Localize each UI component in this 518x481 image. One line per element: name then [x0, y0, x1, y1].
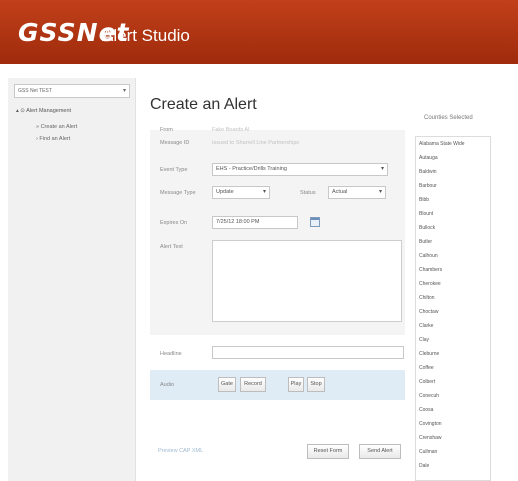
county-item[interactable]: Clarke — [419, 323, 433, 329]
county-item[interactable]: Colbert — [419, 379, 435, 385]
county-item[interactable]: Chilton — [419, 295, 435, 301]
status-label: Status — [300, 190, 316, 196]
county-item[interactable]: Cleburne — [419, 351, 439, 357]
chevron-down-icon: ▾ — [378, 189, 382, 195]
send-alert-button[interactable]: Send Alert — [359, 444, 401, 459]
county-item[interactable]: Crenshaw — [419, 435, 442, 441]
organization-select[interactable]: GSS Net TEST ▾ — [14, 84, 130, 98]
county-item[interactable]: Coffee — [419, 365, 434, 371]
alert-text-label: Alert Text — [160, 244, 183, 250]
county-item[interactable]: Bibb — [419, 197, 429, 203]
county-item[interactable]: Cullman — [419, 449, 437, 455]
county-item[interactable]: Bullock — [419, 225, 435, 231]
status-select[interactable]: Actual ▾ — [328, 186, 386, 199]
audio-label: Audio — [160, 382, 175, 388]
county-item[interactable]: Conecuh — [419, 393, 439, 399]
event-type-select[interactable]: EHS - Practice/Drills Training ▾ — [212, 163, 388, 176]
county-item[interactable]: Choctaw — [419, 309, 438, 315]
app-title: Alert Studio — [102, 26, 190, 45]
county-item[interactable]: Baldwin — [419, 169, 437, 175]
sidebar-item-find-alert[interactable]: › Find an Alert — [36, 136, 70, 142]
message-id-label: Message ID — [160, 140, 190, 146]
organization-select-value: GSS Net TEST — [18, 88, 52, 94]
audio-row: Audio Gate Record Play Stop — [150, 370, 405, 400]
event-type-label: Event Type — [160, 167, 188, 173]
county-item[interactable]: Barbour — [419, 183, 437, 189]
counties-selected-list[interactable]: Alabama State Wide Autauga Baldwin Barbo… — [415, 136, 491, 481]
sidebar: GSS Net TEST ▾ ▴ ⊙ Alert Management » Cr… — [8, 78, 136, 481]
county-item[interactable]: Covington — [419, 421, 442, 427]
county-item[interactable]: Dale — [419, 463, 429, 469]
chevron-down-icon: ▾ — [122, 88, 126, 94]
audio-record-button[interactable]: Record — [240, 377, 266, 392]
alert-text-input[interactable] — [212, 240, 402, 322]
from-value: Fake Boards Al — [212, 127, 250, 133]
audio-gate-button[interactable]: Gate — [218, 377, 236, 392]
audio-stop-button[interactable]: Stop — [307, 377, 325, 392]
app-header: GSSNet Alert Studio — [0, 0, 518, 64]
expires-label: Expires On — [160, 220, 188, 226]
chevron-down-icon: ▾ — [380, 166, 384, 172]
page-title: Create an Alert — [150, 96, 257, 113]
county-item[interactable]: Calhoun — [419, 253, 438, 259]
county-item[interactable]: Chambers — [419, 267, 442, 273]
county-item[interactable]: Cherokee — [419, 281, 441, 287]
county-item[interactable]: Butler — [419, 239, 432, 245]
counties-selected-title: Counties Selected — [424, 115, 473, 121]
message-id-value: Issued to Sharrell Line Partnerships — [212, 140, 300, 146]
chevron-down-icon: ▾ — [262, 189, 266, 195]
message-type-select[interactable]: Update ▾ — [212, 186, 270, 199]
message-type-label: Message Type — [160, 190, 196, 196]
county-item[interactable]: Blount — [419, 211, 433, 217]
county-item[interactable]: Alabama State Wide — [419, 141, 465, 147]
tree-alert-management[interactable]: ▴ ⊙ Alert Management — [16, 108, 71, 114]
from-label: From — [160, 127, 173, 133]
preview-cap-xml-link[interactable]: Preview CAP XML — [158, 448, 203, 454]
audio-play-button[interactable]: Play — [288, 377, 304, 392]
county-item[interactable]: Autauga — [419, 155, 438, 161]
expires-input[interactable]: 7/25/12 18:00 PM — [212, 216, 298, 229]
county-item[interactable]: Clay — [419, 337, 429, 343]
event-type-value: EHS - Practice/Drills Training — [216, 166, 287, 172]
headline-input[interactable] — [212, 346, 404, 359]
headline-label: Headline — [160, 351, 182, 357]
alert-form-panel: From Fake Boards Al Message ID Issued to… — [150, 127, 405, 335]
sidebar-item-create-alert[interactable]: » Create an Alert — [36, 124, 77, 130]
status-value: Actual — [332, 189, 348, 195]
message-type-value: Update — [216, 189, 234, 195]
reset-form-button[interactable]: Reset Form — [307, 444, 349, 459]
calendar-icon[interactable] — [310, 217, 320, 227]
county-item[interactable]: Coosa — [419, 407, 433, 413]
